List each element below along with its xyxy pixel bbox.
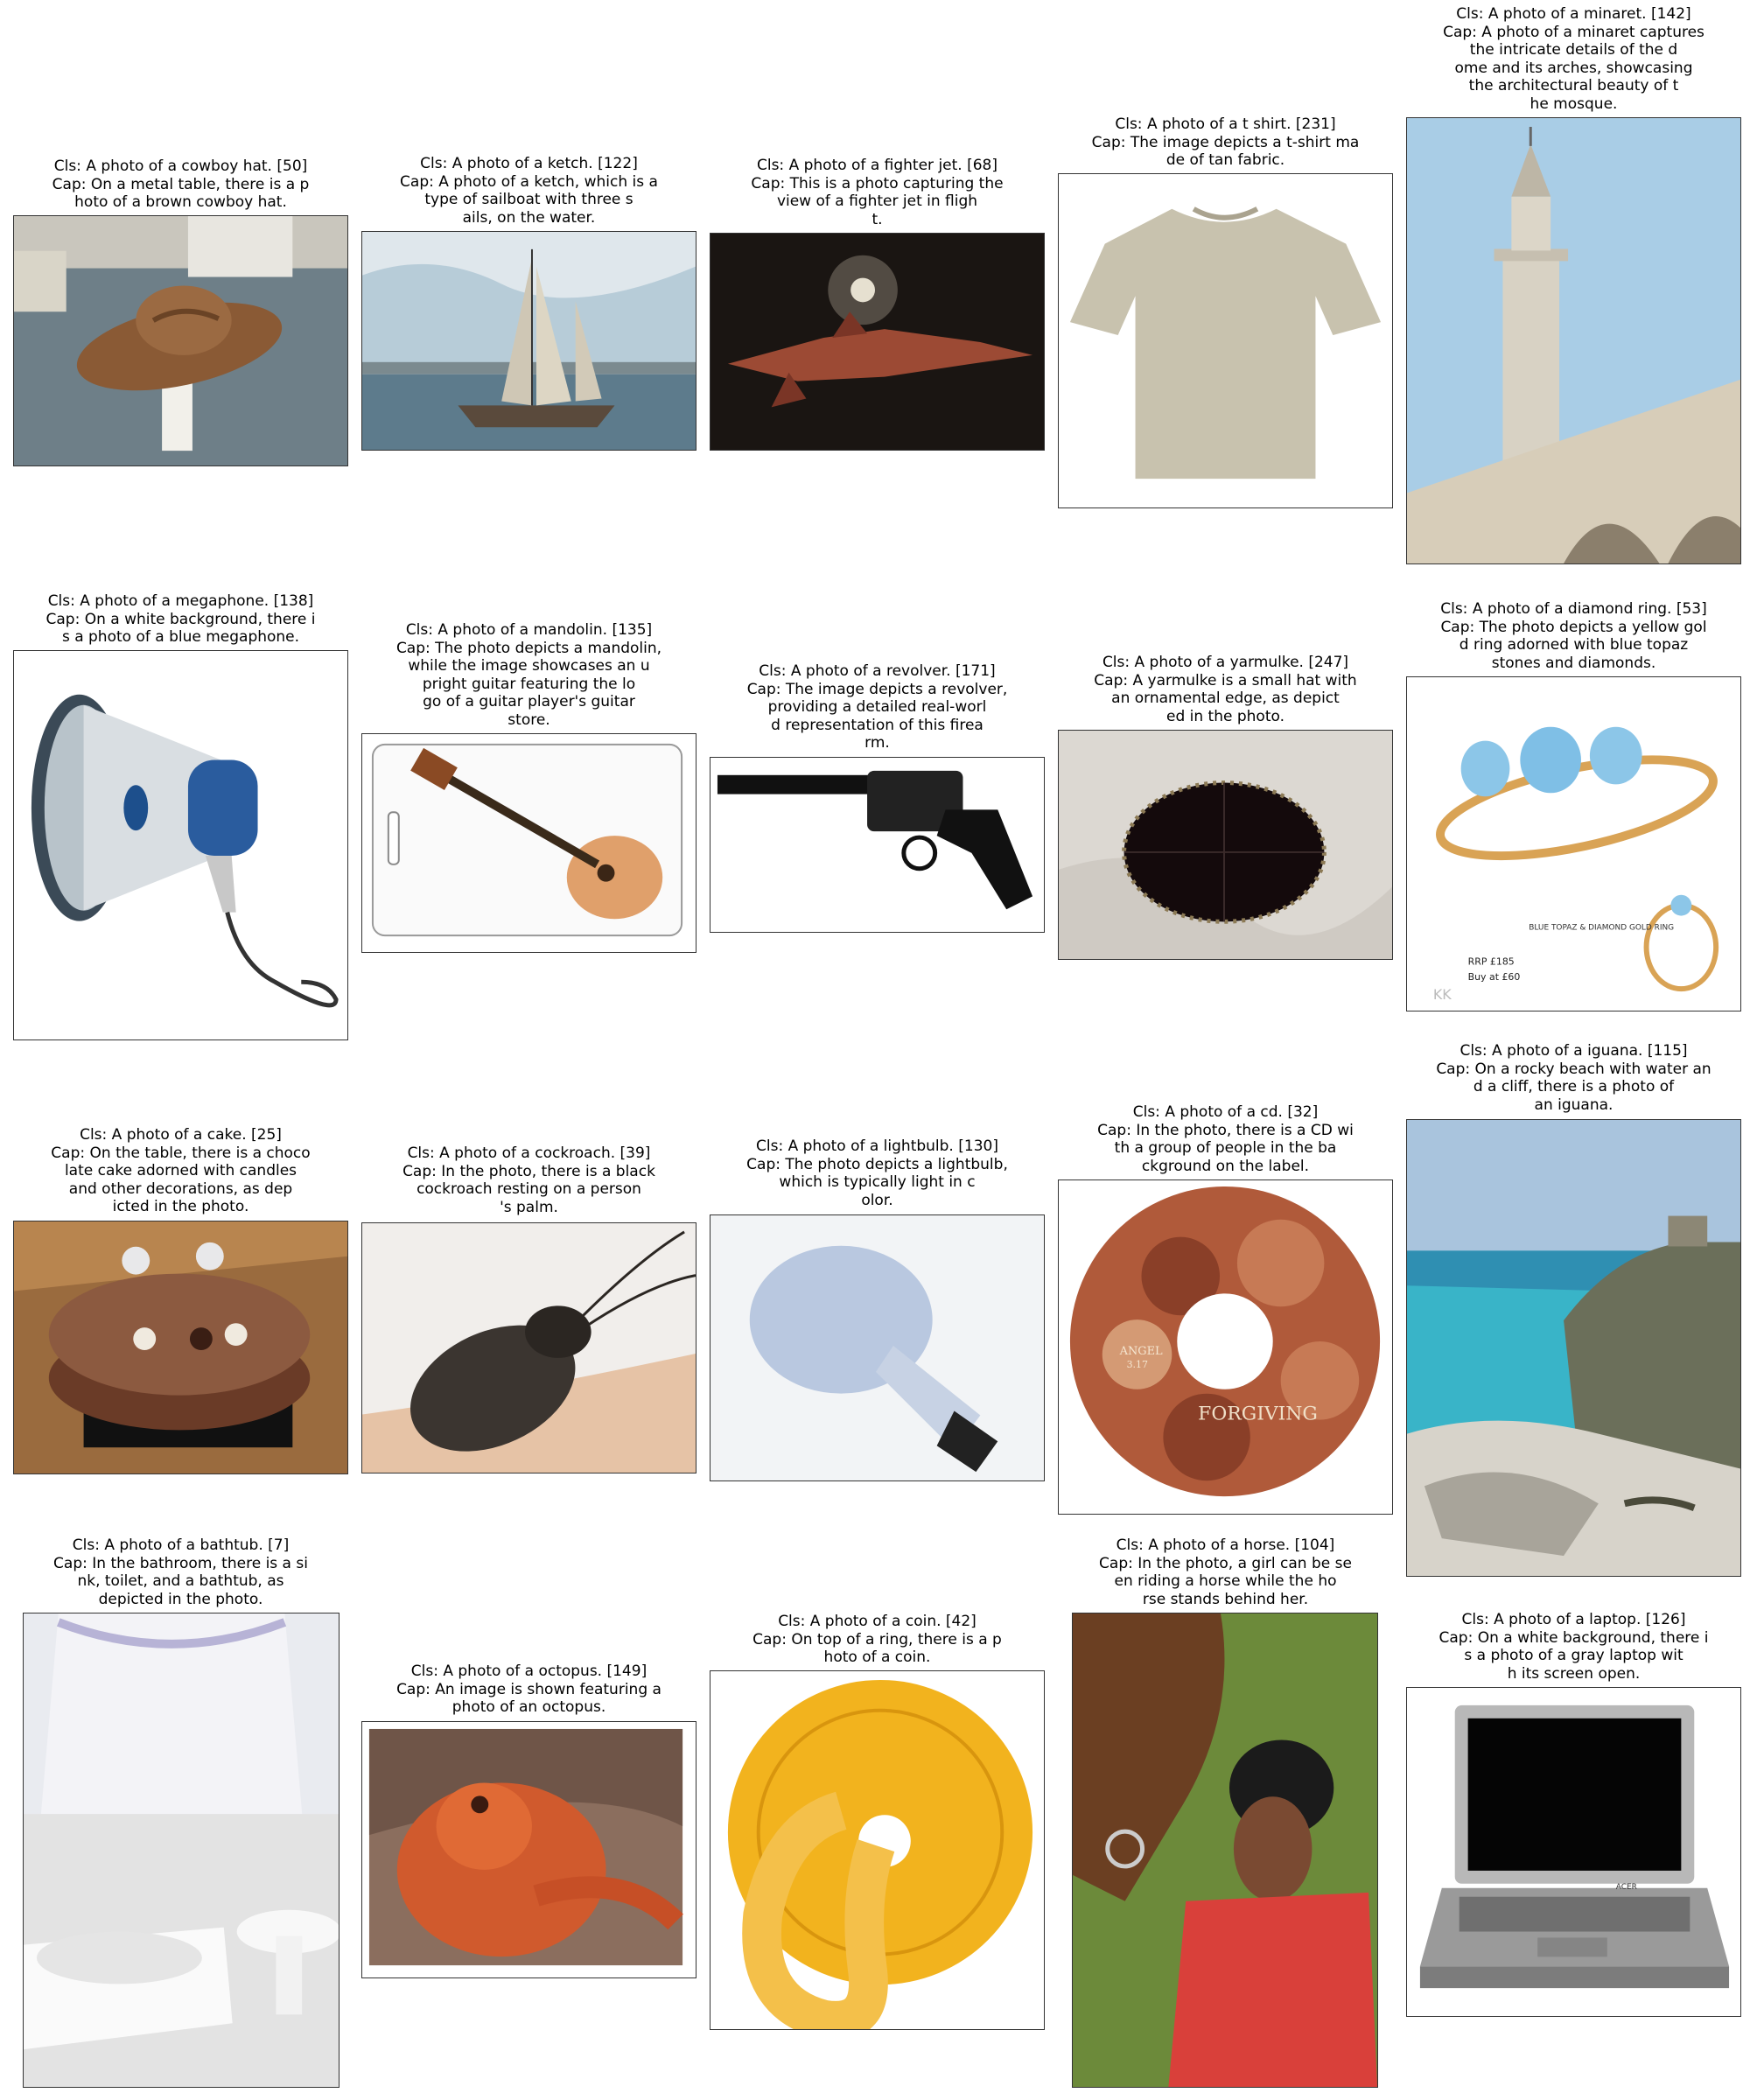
panel-caption: Cls: A photo of a fighter jet. [68] Cap:…: [751, 157, 1004, 228]
horse-photo: [1072, 1613, 1378, 2088]
panel-caption: Cls: A photo of a megaphone. [138] Cap: …: [46, 592, 316, 646]
panel-caption: Cls: A photo of a horse. [104] Cap: In t…: [1099, 1536, 1352, 1608]
minaret-photo: [1406, 117, 1741, 564]
iguana-photo: [1406, 1119, 1741, 1577]
panel-caption: Cls: A photo of a lightbulb. [130] Cap: …: [746, 1138, 1008, 1209]
octopus-photo: [361, 1721, 696, 1978]
lightbulb-photo: [710, 1214, 1045, 1481]
panel-caption: Cls: A photo of a cockroach. [39] Cap: I…: [402, 1144, 655, 1216]
panel-caption: Cls: A photo of a cake. [25] Cap: On the…: [51, 1126, 311, 1215]
panel-caption: Cls: A photo of a cd. [32] Cap: In the p…: [1097, 1103, 1354, 1175]
cd-episode-text: 3.17: [1127, 1359, 1148, 1370]
panel-caption: Cls: A photo of a iguana. [115] Cap: On …: [1436, 1042, 1712, 1114]
panel-caption: Cls: A photo of a mandolin. [135] Cap: T…: [396, 621, 662, 729]
ring-note-text: BLUE TOPAZ & DIAMOND GOLD RING: [1529, 923, 1674, 932]
fighter-jet-photo: [710, 233, 1045, 451]
laptop-photo: ACER: [1406, 1687, 1741, 2017]
panel-caption: Cls: A photo of a bathtub. [7] Cap: In t…: [53, 1536, 308, 1608]
panel-caption: Cls: A photo of a laptop. [126] Cap: On …: [1438, 1611, 1709, 1683]
panel-caption: Cls: A photo of a minaret. [142] Cap: A …: [1443, 5, 1704, 113]
panel-caption: Cls: A photo of a diamond ring. [53] Cap…: [1440, 600, 1707, 672]
laptop-brand-text: ACER: [1616, 1883, 1637, 1892]
mandolin-photo: [361, 733, 696, 953]
panel-caption: Cls: A photo of a octopus. [149] Cap: An…: [396, 1662, 662, 1716]
coin-photo: [710, 1670, 1045, 2030]
cockroach-photo: [361, 1222, 696, 1474]
panel-caption: Cls: A photo of a yarmulke. [247] Cap: A…: [1094, 654, 1357, 725]
t-shirt-photo: [1058, 173, 1393, 508]
panel-caption: Cls: A photo of a cowboy hat. [50] Cap: …: [52, 158, 310, 211]
megaphone-photo: [13, 650, 348, 1040]
bathtub-photo: [23, 1613, 340, 2088]
ring-watermark-text: KK: [1433, 986, 1452, 1003]
ring-buy-text: Buy at £60: [1468, 971, 1521, 983]
cd-photo: ANGEL 3.17 FORGIVING: [1058, 1180, 1393, 1515]
cake-photo: [13, 1221, 348, 1474]
cd-title-text: FORGIVING: [1198, 1404, 1318, 1425]
ring-price-text: RRP £185: [1468, 956, 1515, 967]
cowboy-hat-photo: [13, 215, 348, 466]
panel-caption: Cls: A photo of a revolver. [171] Cap: T…: [746, 662, 1008, 752]
cd-angel-text: ANGEL: [1119, 1345, 1163, 1358]
panel-caption: Cls: A photo of a ketch. [122] Cap: A ph…: [400, 155, 658, 227]
revolver-photo: [710, 757, 1045, 933]
panel-caption: Cls: A photo of a t shirt. [231] Cap: Th…: [1091, 116, 1360, 169]
ketch-photo: [361, 231, 696, 451]
yarmulke-photo: [1058, 730, 1393, 960]
panel-caption: Cls: A photo of a coin. [42] Cap: On top…: [752, 1613, 1002, 1666]
diamond-ring-photo: BLUE TOPAZ & DIAMOND GOLD RING RRP £185 …: [1406, 676, 1741, 1012]
